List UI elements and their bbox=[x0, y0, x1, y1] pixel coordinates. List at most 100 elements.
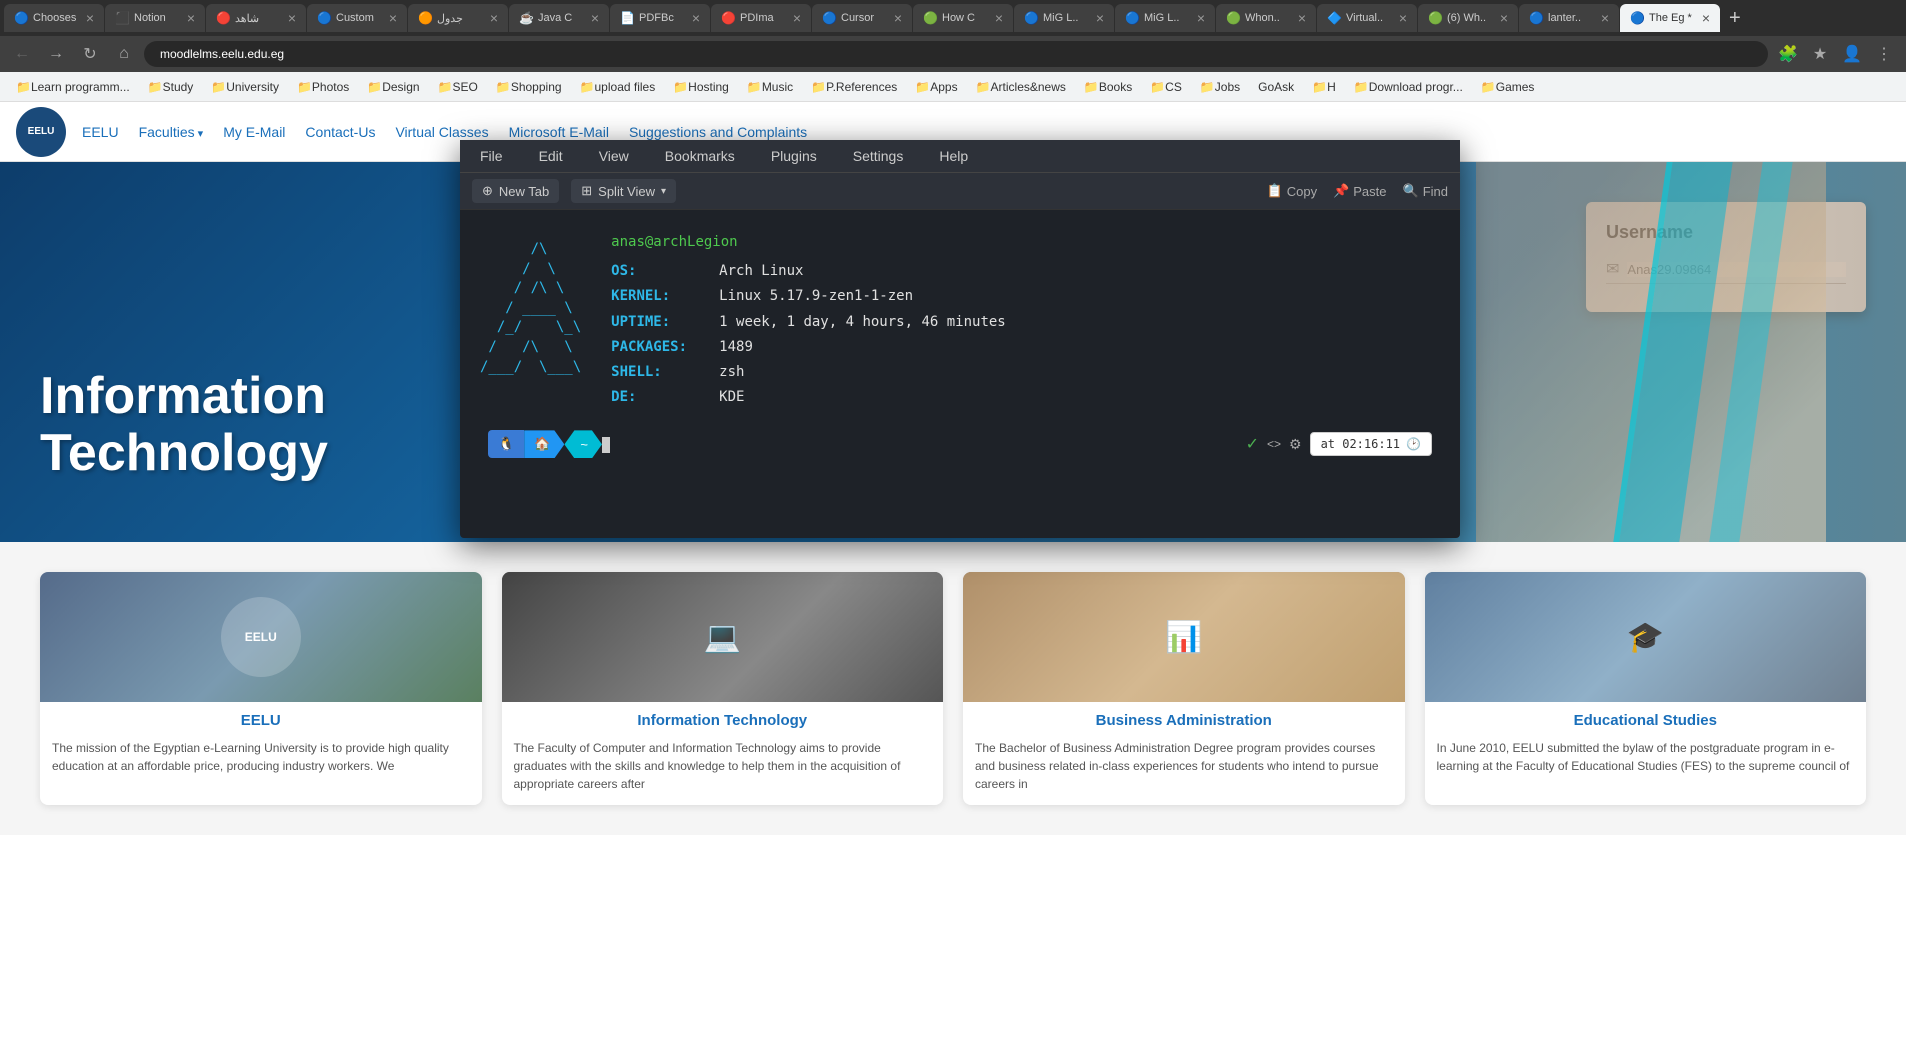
tab-title-whw: (6) Wh.. bbox=[1447, 12, 1496, 24]
nav-link-faculties[interactable]: Faculties bbox=[139, 124, 204, 140]
tab-close-jadwal[interactable]: × bbox=[490, 10, 498, 26]
tab-close-whon[interactable]: × bbox=[1298, 10, 1306, 26]
bookmark-hosting[interactable]: 📁 Hosting bbox=[665, 78, 737, 96]
gear-icon[interactable]: ⚙ bbox=[1289, 436, 1302, 453]
new-tab-terminal-button[interactable]: ⊕ New Tab bbox=[472, 179, 559, 203]
tab-pdfbc[interactable]: 📄 PDFBc × bbox=[610, 4, 710, 32]
tab-whon[interactable]: 🟢 Whon.. × bbox=[1216, 4, 1316, 32]
bookmark-download[interactable]: 📁 Download progr... bbox=[1346, 78, 1471, 96]
bookmark-design[interactable]: 📁 Design bbox=[359, 78, 427, 96]
tab-title-javac: Java C bbox=[538, 12, 587, 24]
cards-section: EELU EELU The mission of the Egyptian e-… bbox=[0, 542, 1906, 835]
bookmark-articles[interactable]: 📁 Articles&news bbox=[968, 78, 1074, 96]
tab-close-lantern[interactable]: × bbox=[1601, 10, 1609, 26]
menu-plugins[interactable]: Plugins bbox=[763, 144, 825, 168]
find-action[interactable]: 🔍 Find bbox=[1403, 183, 1448, 199]
tab-close-migl2[interactable]: × bbox=[1197, 10, 1205, 26]
tab-title-cursor: Cursor bbox=[841, 12, 890, 24]
tab-howc[interactable]: 🟢 How C × bbox=[913, 4, 1013, 32]
bookmark-music[interactable]: 📁 Music bbox=[739, 78, 801, 96]
tab-pdima[interactable]: 🔴 PDIma × bbox=[711, 4, 811, 32]
forward-button[interactable]: → bbox=[42, 40, 70, 68]
new-tab-button[interactable]: + bbox=[1721, 7, 1749, 30]
tab-close-virtual[interactable]: × bbox=[1399, 10, 1407, 26]
tab-chooses[interactable]: 🔵 Chooses × bbox=[4, 4, 104, 32]
nav-link-virtual[interactable]: Virtual Classes bbox=[395, 124, 488, 140]
tab-notion[interactable]: ⬛ Notion × bbox=[105, 4, 205, 32]
tab-shahid[interactable]: 🔴 شاهد × bbox=[206, 4, 306, 32]
folder-icon: 📁 bbox=[496, 80, 511, 94]
bookmark-apps[interactable]: 📁 Apps bbox=[907, 78, 965, 96]
tab-migl1[interactable]: 🔵 MiG L.. × bbox=[1014, 4, 1114, 32]
copy-label: Copy bbox=[1287, 184, 1317, 199]
bookmark-cs[interactable]: 📁 CS bbox=[1142, 78, 1190, 96]
card-title-eelu: EELU bbox=[40, 702, 482, 739]
tab-javac[interactable]: ☕ Java C × bbox=[509, 4, 609, 32]
menu-help[interactable]: Help bbox=[931, 144, 976, 168]
address-input[interactable] bbox=[144, 41, 1768, 67]
reload-button[interactable]: ↻ bbox=[76, 40, 104, 68]
profile-icon[interactable]: 👤 bbox=[1838, 40, 1866, 68]
terminal-window: File Edit View Bookmarks Plugins Setting… bbox=[460, 140, 1460, 538]
bookmark-books[interactable]: 📁 Books bbox=[1076, 78, 1140, 96]
bookmark-shopping[interactable]: 📁 Shopping bbox=[488, 78, 570, 96]
tab-close-shahid[interactable]: × bbox=[288, 10, 296, 26]
split-view-button[interactable]: ⊞ Split View ▾ bbox=[571, 179, 676, 203]
card-image-it: 💻 bbox=[502, 572, 944, 702]
nav-link-ms-email[interactable]: Microsoft E-Mail bbox=[509, 124, 609, 140]
tab-cursor[interactable]: 🔵 Cursor × bbox=[812, 4, 912, 32]
tab-the-eg[interactable]: 🔵 The Eg * × bbox=[1620, 4, 1720, 32]
back-button[interactable]: ← bbox=[8, 40, 36, 68]
tab-close-whw[interactable]: × bbox=[1500, 10, 1508, 26]
tab-favicon-notion: ⬛ bbox=[115, 11, 129, 25]
extensions-icon[interactable]: 🧩 bbox=[1774, 40, 1802, 68]
bookmark-h[interactable]: 📁 H bbox=[1304, 78, 1344, 96]
bookmark-goask[interactable]: GoAsk bbox=[1250, 78, 1302, 96]
bookmark-seo[interactable]: 📁 SEO bbox=[430, 78, 486, 96]
bookmark-learn[interactable]: 📁 Learn programm... bbox=[8, 78, 138, 96]
new-tab-label: New Tab bbox=[499, 184, 549, 199]
nav-link-contact[interactable]: Contact-Us bbox=[305, 124, 375, 140]
shell-val: zsh bbox=[719, 360, 744, 385]
tab-close-notion[interactable]: × bbox=[187, 10, 195, 26]
menu-view[interactable]: View bbox=[591, 144, 637, 168]
settings-icon[interactable]: ⋮ bbox=[1870, 40, 1898, 68]
home-button[interactable]: ⌂ bbox=[110, 40, 138, 68]
bookmark-games[interactable]: 📁 Games bbox=[1473, 78, 1543, 96]
tab-virtual[interactable]: 🔷 Virtual.. × bbox=[1317, 4, 1417, 32]
menu-edit[interactable]: Edit bbox=[531, 144, 571, 168]
tab-title-howc: How C bbox=[942, 12, 991, 24]
copy-action[interactable]: 📋 Copy bbox=[1267, 183, 1318, 199]
tab-whw[interactable]: 🟢 (6) Wh.. × bbox=[1418, 4, 1518, 32]
tab-custom[interactable]: 🔵 Custom × bbox=[307, 4, 407, 32]
nav-link-email[interactable]: My E-Mail bbox=[223, 124, 285, 140]
chevron-down-icon: ▾ bbox=[661, 186, 666, 197]
tab-close-pdima[interactable]: × bbox=[793, 10, 801, 26]
tab-close-chooses[interactable]: × bbox=[86, 10, 94, 26]
tab-close-pdfbc[interactable]: × bbox=[692, 10, 700, 26]
bookmark-preferences[interactable]: 📁 P.References bbox=[803, 78, 905, 96]
bookmark-photos[interactable]: 📁 Photos bbox=[289, 78, 357, 96]
nav-link-suggestions[interactable]: Suggestions and Complaints bbox=[629, 124, 807, 140]
paste-action[interactable]: 📌 Paste bbox=[1333, 183, 1386, 199]
bookmark-jobs[interactable]: 📁 Jobs bbox=[1192, 78, 1248, 96]
bookmark-study[interactable]: 📁 Study bbox=[140, 78, 202, 96]
tab-jadwal[interactable]: 🟠 جدول × bbox=[408, 4, 508, 32]
bookmark-university[interactable]: 📁 University bbox=[203, 78, 287, 96]
tab-close-javac[interactable]: × bbox=[591, 10, 599, 26]
tab-lantern[interactable]: 🔵 lanter.. × bbox=[1519, 4, 1619, 32]
tab-close-migl1[interactable]: × bbox=[1096, 10, 1104, 26]
nav-link-eelu[interactable]: EELU bbox=[82, 124, 119, 140]
menu-file[interactable]: File bbox=[472, 144, 511, 168]
tab-migl2[interactable]: 🔵 MiG L.. × bbox=[1115, 4, 1215, 32]
tab-favicon-shahid: 🔴 bbox=[216, 11, 230, 25]
tab-close-custom[interactable]: × bbox=[389, 10, 397, 26]
bookmark-label: Articles&news bbox=[991, 80, 1066, 94]
bookmark-upload[interactable]: 📁 upload files bbox=[572, 78, 664, 96]
tab-close-cursor[interactable]: × bbox=[894, 10, 902, 26]
menu-settings[interactable]: Settings bbox=[845, 144, 912, 168]
bookmark-star-icon[interactable]: ★ bbox=[1806, 40, 1834, 68]
menu-bookmarks[interactable]: Bookmarks bbox=[657, 144, 743, 168]
tab-close-howc[interactable]: × bbox=[995, 10, 1003, 26]
tab-close-the-eg[interactable]: × bbox=[1702, 10, 1710, 26]
